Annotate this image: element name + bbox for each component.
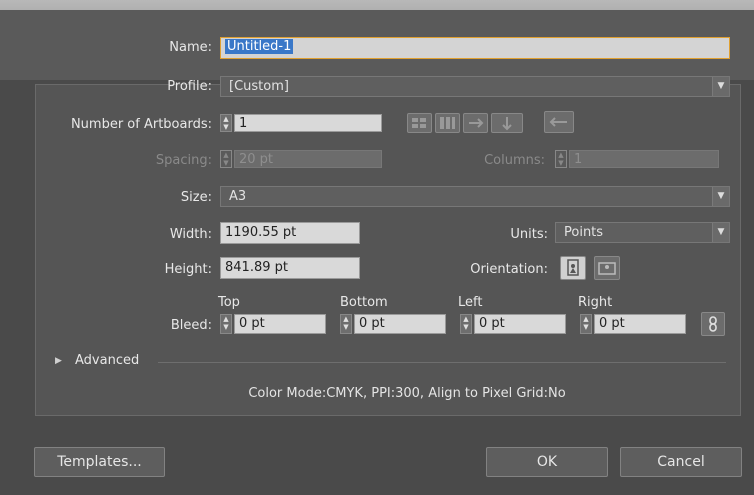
columns-input: 1 [569, 150, 719, 168]
columns-spin-arrows-icon: ▲ ▼ [555, 150, 567, 168]
right-to-left-layout-icon[interactable] [544, 111, 574, 133]
spacing-label: Spacing: [155, 153, 212, 168]
spacing-input: 20 pt [234, 150, 382, 168]
dropdown-arrow-icon: ▼ [712, 187, 729, 206]
spacing-spin-arrows-icon: ▲ ▼ [220, 150, 232, 168]
bleed-top-label: Top [218, 295, 240, 310]
link-bleed-icon[interactable] [701, 312, 725, 336]
landscape-orientation-icon[interactable] [594, 256, 620, 280]
orientation-label: Orientation: [470, 262, 548, 277]
units-dropdown[interactable]: Points ▼ [555, 222, 730, 243]
name-input[interactable]: Untitled-1 [220, 37, 730, 59]
artboards-input[interactable]: 1 [234, 114, 382, 132]
arrange-by-row-icon[interactable] [463, 113, 488, 133]
size-value: A3 [229, 189, 247, 204]
portrait-orientation-icon[interactable] [560, 256, 586, 280]
name-label: Name: [169, 40, 212, 55]
bleed-bottom-input[interactable]: 0 pt [354, 314, 446, 334]
ok-button[interactable]: OK [486, 447, 608, 477]
profile-label: Profile: [167, 79, 212, 94]
templates-button[interactable]: Templates... [34, 447, 165, 477]
advanced-divider [158, 362, 726, 363]
grid-by-column-icon[interactable] [435, 113, 460, 133]
size-label: Size: [180, 190, 212, 205]
bleed-top-spin-arrows-icon[interactable]: ▲ ▼ [220, 314, 232, 334]
document-settings-panel [35, 84, 741, 416]
grid-by-row-icon[interactable] [407, 113, 432, 133]
bleed-right-spin-arrows-icon[interactable]: ▲ ▼ [580, 314, 592, 334]
bleed-left-input[interactable]: 0 pt [474, 314, 566, 334]
units-value: Points [564, 225, 604, 240]
width-input[interactable]: 1190.55 pt [220, 222, 360, 244]
arrange-by-column-icon[interactable] [491, 113, 523, 133]
columns-label: Columns: [484, 153, 545, 168]
units-label: Units: [510, 227, 548, 242]
width-label: Width: [169, 227, 212, 242]
artboards-label: Number of Artboards: [70, 117, 212, 132]
advanced-toggle[interactable]: Advanced [75, 353, 139, 368]
dropdown-arrow-icon: ▼ [712, 223, 729, 242]
bleed-left-spin-arrows-icon[interactable]: ▲ ▼ [460, 314, 472, 334]
bleed-label: Bleed: [170, 318, 212, 333]
height-input[interactable]: 841.89 pt [220, 257, 360, 279]
bleed-bottom-label: Bottom [340, 295, 388, 310]
bleed-top-input[interactable]: 0 pt [234, 314, 326, 334]
document-summary: Color Mode:CMYK, PPI:300, Align to Pixel… [248, 386, 566, 401]
bleed-bottom-spin-arrows-icon[interactable]: ▲ ▼ [340, 314, 352, 334]
size-dropdown[interactable]: A3 ▼ [220, 186, 730, 207]
bleed-left-label: Left [458, 295, 483, 310]
dropdown-arrow-icon: ▼ [712, 77, 729, 96]
artboards-spin-arrows-icon[interactable]: ▲ ▼ [220, 114, 232, 132]
height-label: Height: [164, 262, 212, 277]
bleed-right-input[interactable]: 0 pt [594, 314, 686, 334]
profile-value: [Custom] [229, 79, 289, 94]
disclosure-triangle-icon[interactable]: ▶ [55, 356, 62, 366]
name-input-value: Untitled-1 [225, 39, 294, 54]
bleed-right-label: Right [578, 295, 613, 310]
cancel-button[interactable]: Cancel [620, 447, 742, 477]
profile-dropdown[interactable]: [Custom] ▼ [220, 76, 730, 97]
